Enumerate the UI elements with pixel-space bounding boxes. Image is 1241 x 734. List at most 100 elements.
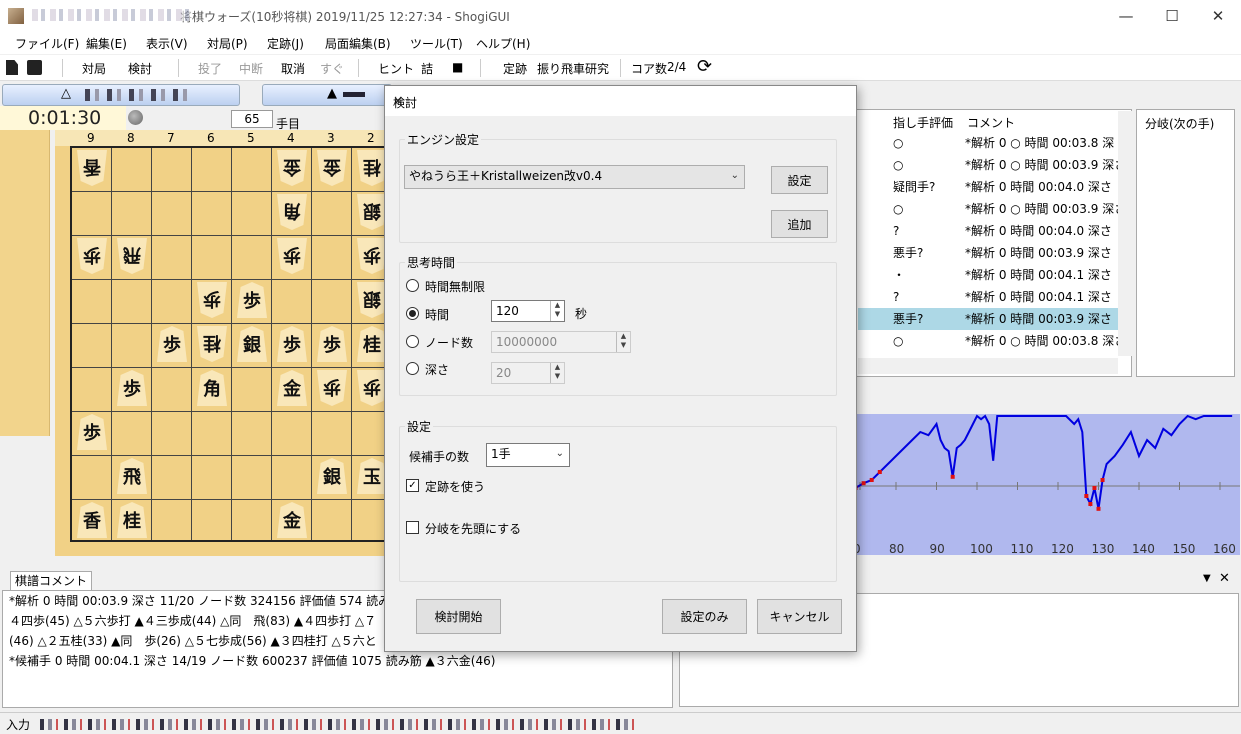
resign-button[interactable]: 投了 (198, 60, 222, 77)
engine-select[interactable]: やねうら王＋Kristallweizen改v0.4 ⌄ (404, 165, 745, 189)
gote-piece[interactable]: 銀 (357, 282, 387, 318)
sente-piece[interactable]: 金 (277, 502, 307, 538)
gote-piece[interactable]: 歩 (197, 282, 227, 318)
gote-piece[interactable]: 桂 (197, 326, 227, 362)
sente-piece[interactable]: 歩 (117, 370, 147, 406)
nodes-stepper[interactable]: 10000000 ▲ ▼ (491, 331, 631, 353)
sente-piece[interactable]: 歩 (277, 326, 307, 362)
kifu-row[interactable]: 悪手? *解析 0 時間 00:03.9 深さ (858, 242, 1118, 264)
radio-time-label[interactable]: 時間 (425, 306, 449, 323)
sente-piece[interactable]: 桂 (117, 502, 147, 538)
kifu-row[interactable]: ○ *解析 0 ○ 時間 00:03.8 深さ (858, 330, 1118, 352)
move-number-field[interactable]: 65 (231, 110, 273, 128)
gote-piece[interactable]: 桂 (357, 150, 387, 186)
dialog-close-icon[interactable]: ✕ (393, 94, 848, 108)
radio-depth[interactable] (406, 362, 419, 375)
gote-piece[interactable]: 歩 (77, 238, 107, 274)
panel-close-icon[interactable]: ✕ (1219, 571, 1230, 586)
menu-game[interactable]: 対局(P) (207, 35, 248, 52)
taikyoku-button[interactable]: 対局 (82, 60, 106, 77)
maximize-button[interactable]: ☐ (1149, 0, 1195, 32)
undo-button[interactable]: 取消 (281, 60, 305, 77)
radio-nodes-label[interactable]: ノード数 (425, 334, 473, 351)
menu-help[interactable]: ヘルプ(H) (476, 35, 530, 52)
kifu-hscrollbar[interactable] (858, 358, 1118, 374)
candidates-select[interactable]: 1手 ⌄ (486, 443, 570, 467)
save-icon[interactable] (27, 60, 42, 75)
comment-column-header[interactable]: コメント (967, 114, 1015, 131)
gote-piece[interactable]: 金 (277, 150, 307, 186)
sente-piece[interactable]: 歩 (77, 414, 107, 450)
gote-piece[interactable]: 銀 (357, 194, 387, 230)
joseki-button[interactable]: 定跡 (503, 60, 527, 77)
radio-unlimited-label[interactable]: 時間無制限 (425, 278, 485, 295)
sente-piece[interactable]: 歩 (237, 282, 267, 318)
menu-edit[interactable]: 編集(E) (86, 35, 127, 52)
gote-piece[interactable]: 飛 (117, 238, 147, 274)
sente-piece[interactable]: 銀 (317, 458, 347, 494)
engine-settings-button[interactable]: 設定 (771, 166, 828, 194)
settings-only-button[interactable]: 設定のみ (662, 599, 747, 634)
menu-tools[interactable]: ツール(T) (410, 35, 463, 52)
sente-piece[interactable]: 角 (197, 370, 227, 406)
radio-nodes[interactable] (406, 335, 419, 348)
kifu-row[interactable]: ? *解析 0 時間 00:04.0 深さ (858, 220, 1118, 242)
radio-depth-label[interactable]: 深さ (425, 361, 449, 378)
kifu-list[interactable]: 指し手評価 コメント ○ *解析 0 ○ 時間 00:03.8 深 ○ *解析 0 ○… (856, 109, 1132, 377)
now-button[interactable]: すぐ (320, 60, 344, 77)
engine-add-button[interactable]: 追加 (771, 210, 828, 238)
sente-piece[interactable]: 歩 (157, 326, 187, 362)
gote-piece[interactable]: 歩 (317, 370, 347, 406)
kifu-row[interactable]: ○ *解析 0 ○ 時間 00:03.9 深さ (858, 198, 1118, 220)
hint-button[interactable]: ヒント (378, 60, 414, 77)
stepper-arrows-icon[interactable]: ▲ ▼ (616, 332, 630, 352)
new-file-icon[interactable] (6, 60, 18, 75)
tab-kifu-comment[interactable]: 棋譜コメント (10, 571, 92, 590)
gote-piece[interactable]: 歩 (357, 370, 387, 406)
kifu-row[interactable]: ? *解析 0 時間 00:04.1 深さ (858, 286, 1118, 308)
furibisha-dropdown[interactable]: 振り飛車研究 (537, 60, 609, 77)
gote-piece[interactable]: 香 (77, 150, 107, 186)
radio-time[interactable] (406, 307, 419, 320)
kifu-scrollbar[interactable] (1118, 111, 1132, 356)
use-joseki-label[interactable]: 定跡を使う (425, 478, 485, 495)
stop-button[interactable]: ■ (452, 60, 463, 74)
gote-piece[interactable]: 金 (317, 150, 347, 186)
sente-piece[interactable]: 歩 (317, 326, 347, 362)
kifu-row[interactable]: ○ *解析 0 ○ 時間 00:03.9 深さ (858, 154, 1118, 176)
sente-piece[interactable]: 香 (77, 502, 107, 538)
sente-piece[interactable]: 銀 (237, 326, 267, 362)
kifu-row[interactable]: 疑問手? *解析 0 時間 00:04.0 深さ (858, 176, 1118, 198)
depth-stepper[interactable]: 20 ▲ ▼ (491, 362, 565, 384)
gote-piece[interactable]: 歩 (357, 238, 387, 274)
time-stepper[interactable]: 120 ▲ ▼ (491, 300, 565, 322)
start-analysis-button[interactable]: 検討開始 (416, 599, 501, 634)
minimize-button[interactable]: — (1103, 0, 1149, 32)
sente-piece[interactable]: 飛 (117, 458, 147, 494)
kifu-row[interactable]: 悪手? *解析 0 時間 00:03.9 深さ (858, 308, 1118, 330)
sente-piece[interactable]: 金 (277, 370, 307, 406)
eval-graph[interactable]: 0 80 90 100 110 120 130 140 150 160 (853, 384, 1240, 560)
eval-column-header[interactable]: 指し手評価 (893, 114, 953, 131)
stepper-arrows-icon[interactable]: ▲ ▼ (550, 363, 564, 383)
refresh-icon[interactable]: ⟳ (697, 56, 712, 77)
radio-unlimited[interactable] (406, 279, 419, 292)
gote-piece[interactable]: 歩 (277, 238, 307, 274)
cancel-button[interactable]: キャンセル (757, 599, 842, 634)
tsume-button[interactable]: 詰 (421, 60, 433, 77)
dropdown-arrow-icon[interactable]: ▼ (1203, 573, 1211, 584)
menu-file[interactable]: ファイル(F) (15, 35, 79, 52)
menu-position-edit[interactable]: 局面編集(B) (325, 35, 391, 52)
interrupt-button[interactable]: 中断 (239, 60, 263, 77)
branch-first-checkbox[interactable] (406, 521, 419, 534)
close-button[interactable]: ✕ (1195, 0, 1241, 32)
stepper-arrows-icon[interactable]: ▲ ▼ (550, 301, 564, 321)
branch-first-label[interactable]: 分岐を先頭にする (425, 520, 521, 537)
sente-piece[interactable]: 玉 (357, 458, 387, 494)
kento-button[interactable]: 検討 (128, 60, 152, 77)
kifu-row[interactable]: ・ *解析 0 時間 00:04.1 深さ (858, 264, 1118, 286)
sente-piece[interactable]: 桂 (357, 326, 387, 362)
kifu-row[interactable]: ○ *解析 0 ○ 時間 00:03.8 深 (858, 132, 1118, 154)
menu-joseki[interactable]: 定跡(J) (267, 35, 304, 52)
branch-panel[interactable]: 分岐(次の手) (1136, 109, 1235, 377)
